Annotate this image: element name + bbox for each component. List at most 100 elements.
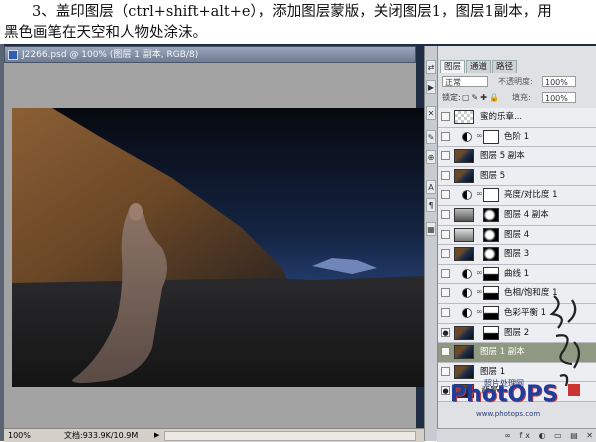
instruction-line-1: 3、盖印图层（ctrl+shift+alt+e），添加图层蒙版，关闭图层1，图层… bbox=[32, 4, 552, 20]
link-chain-icon: ∞ bbox=[476, 189, 483, 199]
adjustment-layer-icon bbox=[462, 190, 472, 201]
adjustment-layer-icon bbox=[462, 131, 472, 142]
link-chain-icon: ∞ bbox=[476, 267, 483, 277]
brushes-icon[interactable]: ✎ bbox=[426, 130, 436, 144]
lock-label: 锁定: bbox=[442, 93, 461, 102]
layer-mask-thumbnail[interactable] bbox=[483, 286, 499, 301]
layer-name: 图层 5 副本 bbox=[480, 151, 525, 162]
visibility-eye-icon[interactable] bbox=[441, 366, 450, 376]
visibility-eye-icon[interactable]: ● bbox=[441, 386, 450, 396]
layer-mask-thumbnail[interactable] bbox=[483, 247, 499, 262]
layer-row[interactable]: 图层 4 副本 bbox=[438, 205, 596, 226]
layer-thumbnail bbox=[454, 207, 474, 222]
status-menu-arrow-icon[interactable]: ▶ bbox=[154, 429, 159, 442]
adjustment-layer-icon bbox=[462, 288, 472, 299]
psd-document-icon bbox=[8, 50, 18, 60]
layer-thumbnail bbox=[454, 168, 474, 183]
layer-thumbnail bbox=[454, 325, 474, 340]
layer-name: 亮度/对比度 1 bbox=[504, 190, 558, 201]
visibility-eye-icon[interactable] bbox=[441, 268, 450, 278]
visibility-eye-icon[interactable] bbox=[441, 307, 450, 317]
layer-thumbnail bbox=[454, 345, 474, 360]
horizontal-scrollbar[interactable] bbox=[164, 431, 416, 441]
tools-preset-icon[interactable]: ✕ bbox=[426, 106, 436, 120]
photops-logo: PhotOPS bbox=[450, 382, 559, 407]
tab-paths[interactable]: 路径 bbox=[492, 60, 518, 73]
layer-name: 曲线 1 bbox=[504, 268, 530, 279]
layer-row[interactable]: 图层 5 副本 bbox=[438, 147, 596, 167]
lock-fill-row: 锁定: ▢✎✚🔒 填充: 100% bbox=[442, 92, 594, 104]
history-icon[interactable]: ⇄ bbox=[426, 60, 436, 74]
opacity-label: 不透明度: bbox=[498, 77, 533, 86]
fill-input[interactable]: 100% bbox=[542, 92, 576, 103]
layer-row[interactable]: 图层 5 bbox=[438, 166, 596, 187]
layer-name: 色阶 1 bbox=[504, 131, 530, 142]
visibility-eye-icon[interactable] bbox=[441, 151, 450, 161]
calligraphy-signature-image bbox=[549, 295, 581, 396]
document-titlebar[interactable]: J2266.psd @ 100% (图层 1 副本, RGB/8) bbox=[4, 46, 416, 63]
visibility-eye-icon[interactable] bbox=[441, 347, 450, 357]
layer-name: 蜜的乐章... bbox=[480, 112, 523, 122]
layer-row[interactable]: ∞ 色阶 1 bbox=[438, 127, 596, 148]
layer-thumbnail bbox=[454, 364, 474, 379]
lock-icons[interactable]: ▢✎✚🔒 bbox=[462, 92, 501, 104]
layer-name: 色彩平衡 1 bbox=[504, 307, 547, 318]
blend-opacity-row: 正常 不透明度: 100% bbox=[442, 76, 594, 88]
canvas-photo[interactable] bbox=[12, 108, 424, 387]
layer-thumbnail bbox=[454, 149, 474, 164]
instruction-text: 3、盖印图层（ctrl+shift+alt+e），添加图层蒙版，关闭图层1，图层… bbox=[4, 2, 592, 44]
layer-row[interactable]: ∞ 亮度/对比度 1 bbox=[438, 186, 596, 206]
actions-icon[interactable]: ▶ bbox=[426, 80, 436, 94]
link-chain-icon: ∞ bbox=[476, 306, 483, 316]
layer-name: 图层 4 bbox=[504, 229, 530, 240]
visibility-eye-icon[interactable] bbox=[441, 288, 450, 298]
opacity-input[interactable]: 100% bbox=[542, 76, 576, 87]
tab-channels[interactable]: 通道 bbox=[466, 60, 492, 73]
layer-mask-thumbnail[interactable] bbox=[483, 129, 499, 144]
blend-mode-select[interactable]: 正常 bbox=[442, 76, 488, 87]
status-bar: 100% 文档:933.9K/10.9M ▶ bbox=[4, 428, 424, 442]
layer-thumbnail bbox=[454, 110, 474, 124]
tab-layers[interactable]: 图层 bbox=[440, 60, 466, 73]
layer-row[interactable]: ∞ 曲线 1 bbox=[438, 264, 596, 285]
layer-mask-thumbnail[interactable] bbox=[483, 325, 499, 340]
visibility-eye-icon[interactable] bbox=[441, 131, 450, 141]
layer-thumbnail bbox=[454, 247, 474, 262]
visibility-eye-icon[interactable]: ● bbox=[441, 327, 450, 337]
zoom-level[interactable]: 100% bbox=[8, 429, 31, 442]
layer-name: 图层 4 副本 bbox=[504, 209, 549, 220]
visibility-eye-icon[interactable] bbox=[441, 190, 450, 200]
visibility-eye-icon[interactable] bbox=[441, 112, 450, 121]
layer-mask-thumbnail[interactable] bbox=[483, 227, 499, 242]
panel-tabs: 图层 通道 路径 bbox=[440, 60, 518, 73]
layer-name: 图层 5 bbox=[480, 170, 506, 181]
document-size: 文档:933.9K/10.9M bbox=[64, 431, 139, 440]
instruction-line-2: 黑色画笔在天空和人物处涂沫。 bbox=[4, 25, 207, 41]
adjustment-layer-icon bbox=[462, 307, 472, 318]
adjustment-layer-icon bbox=[462, 268, 472, 279]
layer-row[interactable]: 图层 4 bbox=[438, 225, 596, 246]
layer-name: 图层 2 bbox=[504, 327, 530, 338]
layer-mask-thumbnail[interactable] bbox=[483, 305, 499, 320]
layer-row[interactable]: 蜜的乐章... bbox=[438, 108, 596, 128]
layer-row[interactable]: 图层 3 bbox=[438, 245, 596, 265]
layer-panel-buttons[interactable]: ∞ fx ◐ ▭ ▤ ✕ bbox=[437, 428, 596, 442]
paragraph-icon[interactable]: ¶ bbox=[426, 198, 436, 212]
info-icon[interactable]: ▦ bbox=[426, 222, 436, 236]
document-title: J2266.psd @ 100% (图层 1 副本, RGB/8) bbox=[22, 50, 199, 60]
character-icon[interactable]: A bbox=[426, 180, 436, 194]
layer-mask-thumbnail[interactable] bbox=[483, 266, 499, 281]
fill-label: 填充: bbox=[512, 93, 531, 102]
layer-mask-thumbnail[interactable] bbox=[483, 207, 499, 222]
layer-name: 图层 3 bbox=[504, 249, 530, 260]
layer-mask-thumbnail[interactable] bbox=[483, 188, 499, 203]
layer-thumbnail bbox=[454, 227, 474, 242]
visibility-eye-icon[interactable] bbox=[441, 249, 450, 259]
layer-name: 图层 1 副本 bbox=[480, 347, 525, 358]
watermark-url: www.photops.com bbox=[476, 410, 541, 418]
visibility-eye-icon[interactable] bbox=[441, 209, 450, 219]
clone-source-icon[interactable]: ⊕ bbox=[426, 150, 436, 164]
visibility-eye-icon[interactable] bbox=[441, 170, 450, 180]
visibility-eye-icon[interactable] bbox=[441, 229, 450, 239]
link-chain-icon: ∞ bbox=[476, 287, 483, 297]
